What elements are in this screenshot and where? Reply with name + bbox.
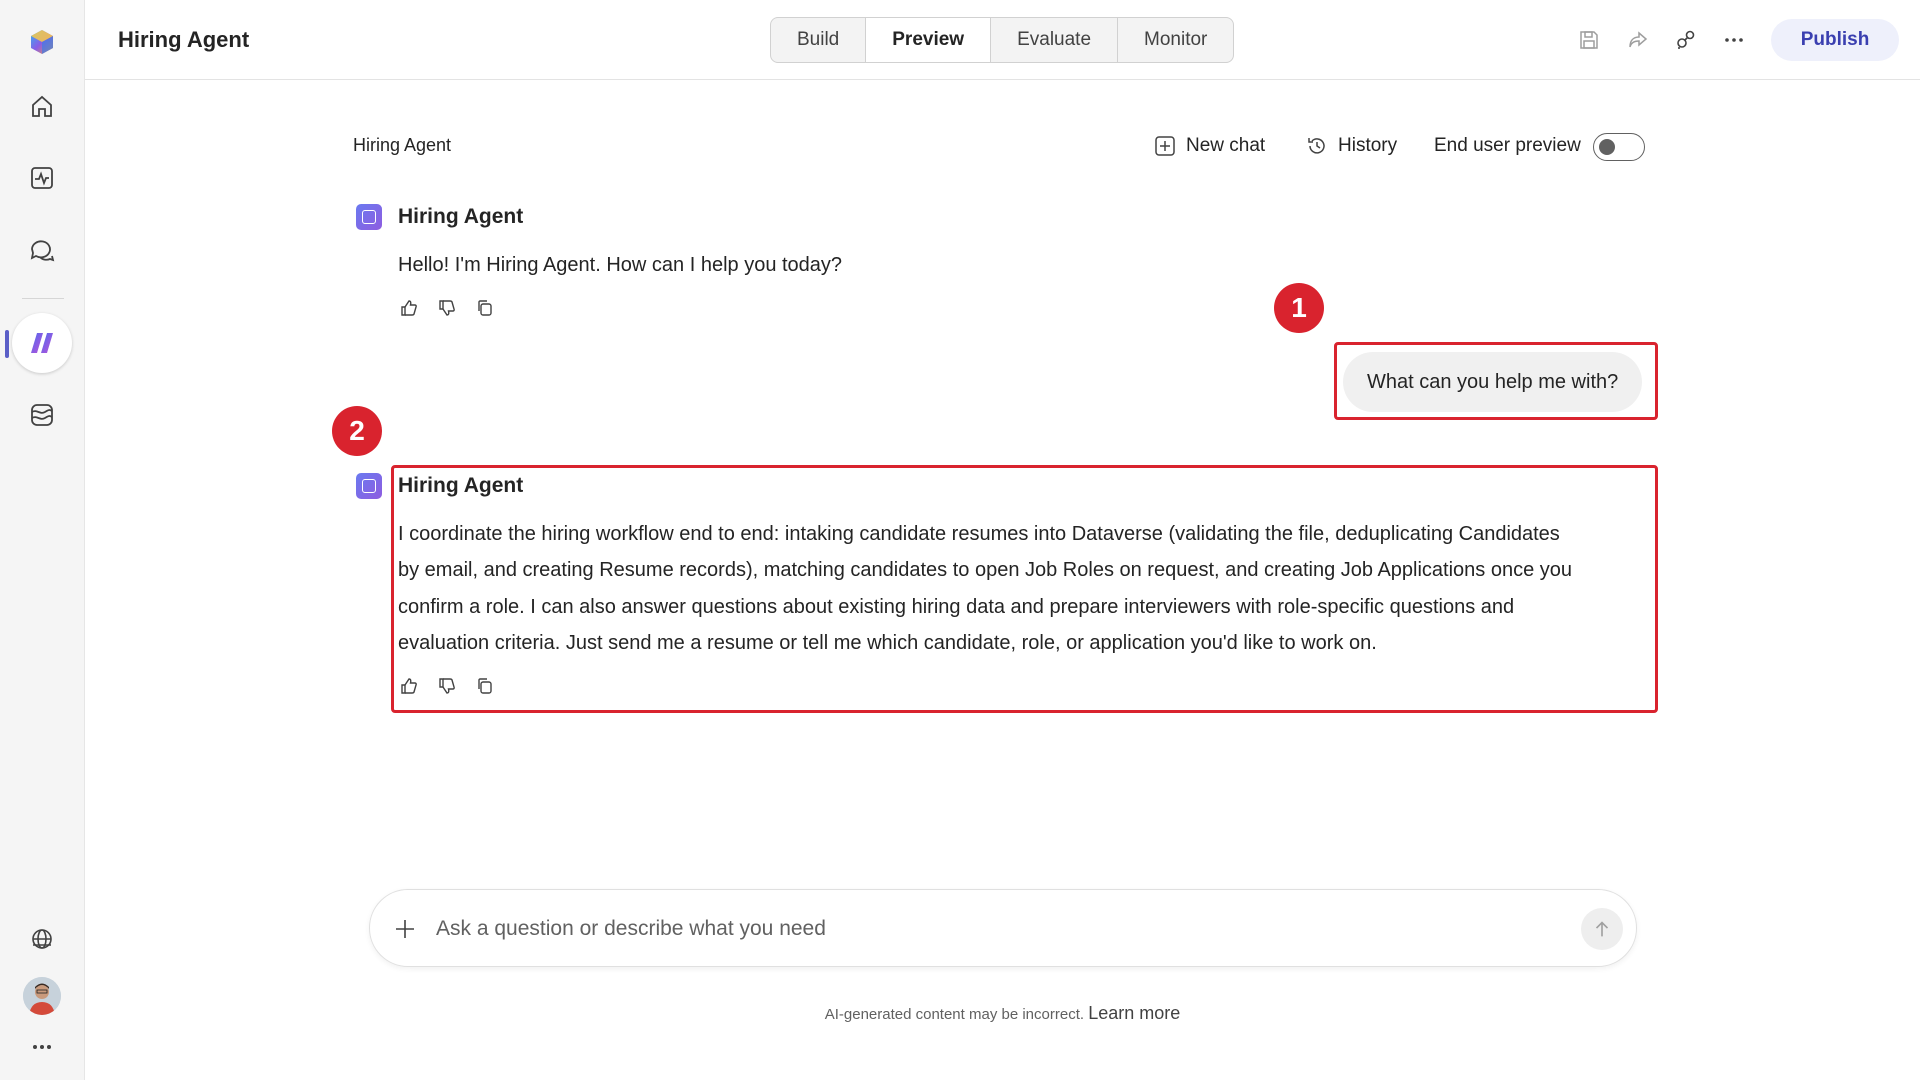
annotation-badge-2: 2 — [332, 406, 382, 456]
agents-icon[interactable] — [22, 323, 62, 363]
thumbs-down-icon[interactable] — [436, 297, 458, 319]
tab-preview[interactable]: Preview — [866, 18, 992, 62]
activity-icon[interactable] — [22, 158, 62, 198]
app-title: Hiring Agent — [118, 27, 250, 52]
tab-build[interactable]: Build — [771, 18, 867, 62]
agent-response-line-1: I coordinate the hiring workflow end to … — [398, 523, 1560, 545]
annotation-badge-1: 1 — [1274, 283, 1324, 333]
thumbs-up-icon[interactable] — [398, 675, 420, 697]
send-arrow-icon — [1595, 921, 1609, 937]
message-input[interactable] — [436, 908, 1536, 950]
thumbs-up-icon[interactable] — [398, 297, 420, 319]
add-attachment-icon[interactable] — [390, 914, 420, 944]
agent-response-line-3: confirm a role. I can also answer questi… — [398, 596, 1515, 618]
new-chat-icon — [1155, 136, 1175, 156]
globe-icon[interactable] — [22, 919, 62, 959]
agent-avatar-icon — [356, 204, 382, 230]
connections-icon[interactable] — [1668, 22, 1704, 58]
home-icon[interactable] — [22, 87, 62, 127]
mode-tabs: Build Preview Evaluate Monitor — [770, 17, 1235, 63]
copilot-logo-icon[interactable] — [22, 22, 62, 62]
top-bar: Hiring Agent Build Preview Evaluate Moni… — [85, 0, 1920, 80]
rail-divider — [22, 298, 64, 299]
end-user-preview-toggle[interactable] — [1593, 133, 1645, 161]
share-icon[interactable] — [1620, 22, 1656, 58]
save-icon[interactable] — [1571, 22, 1607, 58]
chat-title: Hiring Agent — [353, 135, 452, 155]
history-label: History — [1338, 135, 1398, 156]
more-icon[interactable] — [22, 1027, 62, 1067]
send-button[interactable] — [1581, 908, 1623, 950]
copy-icon[interactable] — [474, 297, 496, 319]
tab-evaluate[interactable]: Evaluate — [991, 18, 1119, 62]
end-user-preview-label: End user preview — [1434, 130, 1581, 162]
end-user-preview-text: End user preview — [1434, 135, 1581, 156]
toggle-knob — [1599, 139, 1615, 155]
copy-icon[interactable] — [474, 675, 496, 697]
new-chat-label: New chat — [1186, 135, 1266, 156]
agent-message-text: Hello! I'm Hiring Agent. How can I help … — [398, 254, 843, 276]
agent-name: Hiring Agent — [398, 205, 524, 228]
left-rail — [0, 0, 85, 1080]
message-composer — [369, 889, 1637, 967]
message-actions — [398, 675, 496, 697]
rail-active-indicator — [5, 330, 9, 358]
library-icon[interactable] — [22, 395, 62, 435]
user-message: What can you help me with? — [1343, 352, 1643, 412]
learn-more-link[interactable]: Learn more — [1088, 1003, 1180, 1023]
more-options-icon[interactable] — [1716, 22, 1752, 58]
agent-name: Hiring Agent — [398, 474, 524, 497]
chat-icon[interactable] — [22, 230, 62, 270]
thumbs-down-icon[interactable] — [436, 675, 458, 697]
history-button[interactable]: History — [1306, 130, 1397, 162]
agent-response-line-4: evaluation criteria. Just send me a resu… — [398, 632, 1377, 654]
footer-disclaimer: AI-generated content may be incorrect. L… — [0, 1003, 1920, 1024]
message-actions — [398, 297, 496, 319]
tab-monitor[interactable]: Monitor — [1118, 18, 1233, 62]
agent-avatar-icon — [356, 473, 382, 499]
disclaimer-text: AI-generated content may be incorrect. — [824, 1006, 1085, 1023]
publish-button[interactable]: Publish — [1771, 19, 1899, 61]
agent-response-line-2: by email, and creating Resume records), … — [398, 559, 1573, 581]
new-chat-button[interactable]: New chat — [1154, 130, 1265, 162]
history-icon — [1308, 138, 1325, 154]
